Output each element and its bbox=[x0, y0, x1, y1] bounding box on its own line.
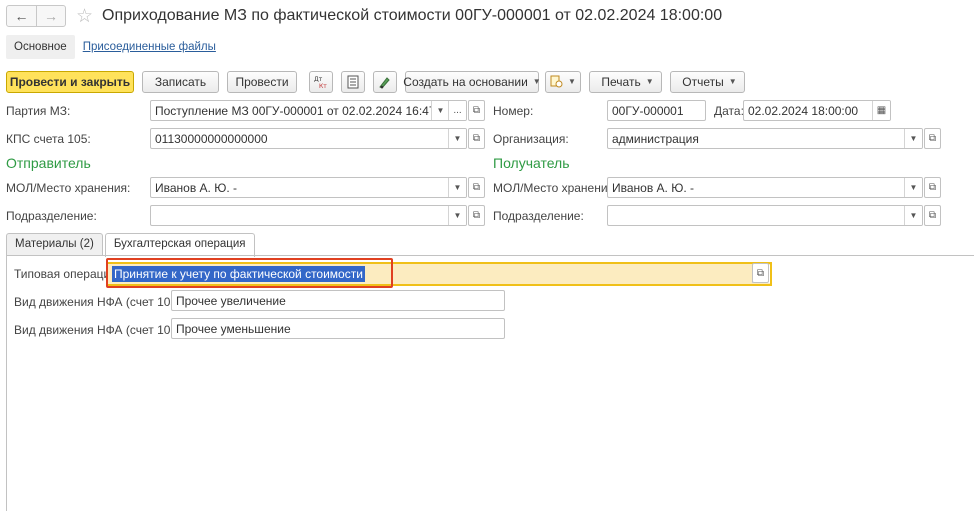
batch-label: Партия МЗ: bbox=[6, 104, 71, 118]
nfa106-value: Прочее уменьшение bbox=[176, 322, 291, 336]
calendar-icon[interactable]: ▦ bbox=[872, 101, 890, 120]
receiver-heading: Получатель bbox=[493, 155, 570, 171]
document-clock-icon bbox=[550, 75, 563, 88]
nfa105-field[interactable]: Прочее увеличение bbox=[171, 290, 505, 311]
chevron-down-icon: ▼ bbox=[532, 77, 541, 86]
date-value: 02.02.2024 18:00:00 bbox=[748, 104, 859, 118]
number-field[interactable]: 00ГУ-000001 bbox=[607, 100, 706, 121]
more-icon[interactable]: ... bbox=[448, 101, 466, 120]
nfa106-field[interactable]: Прочее уменьшение bbox=[171, 318, 505, 339]
batch-field[interactable]: Поступление МЗ 00ГУ-000001 от 02.02.2024… bbox=[150, 100, 467, 121]
open-icon[interactable]: ⧉ bbox=[468, 205, 485, 226]
nav-buttons: ← → bbox=[6, 5, 66, 27]
form-sections: Основное Присоединенные файлы bbox=[6, 34, 216, 60]
edit-structure-icon[interactable] bbox=[373, 70, 397, 93]
related-documents-button[interactable]: ▼ bbox=[545, 70, 581, 93]
post-and-close-button[interactable]: Провести и закрыть bbox=[6, 70, 134, 93]
sender-mol-value: Иванов А. Ю. - bbox=[155, 181, 238, 195]
open-icon[interactable]: ⧉ bbox=[752, 263, 769, 283]
section-main[interactable]: Основное bbox=[6, 35, 75, 59]
document-list-icon[interactable] bbox=[341, 70, 365, 93]
kps-field[interactable]: 01130000000000000 ▼ bbox=[150, 128, 467, 149]
kps-value: 01130000000000000 bbox=[155, 132, 268, 146]
receiver-mol-label: МОЛ/Место хранения: bbox=[493, 181, 618, 195]
chevron-down-icon[interactable]: ▼ bbox=[904, 129, 922, 148]
chevron-down-icon[interactable]: ▼ bbox=[448, 129, 466, 148]
post-button[interactable]: Провести bbox=[227, 70, 297, 93]
tab-materials[interactable]: Материалы (2) bbox=[6, 233, 103, 256]
open-icon[interactable]: ⧉ bbox=[468, 128, 485, 149]
save-button[interactable]: Записать bbox=[142, 70, 219, 93]
tab-accounting-operation[interactable]: Бухгалтерская операция bbox=[104, 233, 255, 257]
chevron-down-icon[interactable]: ▼ bbox=[904, 178, 922, 197]
chevron-down-icon[interactable]: ▼ bbox=[431, 101, 449, 120]
sender-mol-field[interactable]: Иванов А. Ю. - ▼ bbox=[150, 177, 467, 198]
print-label: Печать bbox=[601, 74, 641, 89]
chevron-down-icon[interactable]: ▼ bbox=[448, 206, 466, 225]
organization-value: администрация bbox=[612, 132, 699, 146]
open-icon[interactable]: ⧉ bbox=[468, 100, 485, 121]
open-icon[interactable]: ⧉ bbox=[924, 128, 941, 149]
receiver-department-label: Подразделение: bbox=[493, 209, 584, 223]
open-icon[interactable]: ⧉ bbox=[924, 205, 941, 226]
nfa106-label: Вид движения НФА (счет 106): bbox=[14, 323, 185, 337]
nfa105-label: Вид движения НФА (счет 105): bbox=[14, 295, 185, 309]
sender-heading: Отправитель bbox=[6, 155, 91, 171]
kps-label: КПС счета 105: bbox=[6, 132, 91, 146]
chevron-down-icon: ▼ bbox=[645, 77, 654, 86]
chevron-down-icon: ▼ bbox=[568, 77, 576, 86]
chevron-down-icon[interactable]: ▼ bbox=[448, 178, 466, 197]
batch-value: Поступление МЗ 00ГУ-000001 от 02.02.2024… bbox=[155, 104, 453, 118]
operation-label: Типовая операция: bbox=[14, 267, 121, 281]
chevron-down-icon[interactable]: ▼ bbox=[904, 206, 922, 225]
number-label: Номер: bbox=[493, 104, 534, 118]
command-bar: Провести и закрыть Записать Провести Дт К… bbox=[6, 70, 745, 93]
svg-text:Кт: Кт bbox=[319, 83, 327, 89]
date-field[interactable]: 02.02.2024 18:00:00 ▦ bbox=[743, 100, 891, 121]
sender-department-label: Подразделение: bbox=[6, 209, 97, 223]
section-attached-files[interactable]: Присоединенные файлы bbox=[83, 41, 216, 53]
organization-label: Организация: bbox=[493, 132, 569, 146]
reports-button[interactable]: Отчеты ▼ bbox=[670, 70, 745, 93]
receiver-mol-value: Иванов А. Ю. - bbox=[612, 181, 695, 195]
star-icon[interactable]: ☆ bbox=[76, 7, 93, 26]
nfa105-value: Прочее увеличение bbox=[176, 294, 286, 308]
open-icon[interactable]: ⧉ bbox=[924, 177, 941, 198]
svg-text:Дт: Дт bbox=[314, 76, 323, 83]
sender-mol-label: МОЛ/Место хранения: bbox=[6, 181, 131, 195]
highlight-frame bbox=[106, 258, 393, 288]
sender-department-field[interactable]: ▼ bbox=[150, 205, 467, 226]
number-value: 00ГУ-000001 bbox=[612, 104, 684, 118]
create-based-on-button[interactable]: Создать на основании ▼ bbox=[403, 70, 541, 93]
arrow-right-icon[interactable]: → bbox=[36, 6, 65, 26]
receiver-department-field[interactable]: ▼ bbox=[607, 205, 923, 226]
receiver-mol-field[interactable]: Иванов А. Ю. - ▼ bbox=[607, 177, 923, 198]
dt-kt-icon[interactable]: Дт Кт bbox=[309, 70, 333, 93]
date-label: Дата: bbox=[714, 104, 744, 118]
arrow-left-icon[interactable]: ← bbox=[7, 6, 36, 26]
print-button[interactable]: Печать ▼ bbox=[589, 70, 662, 93]
open-icon[interactable]: ⧉ bbox=[468, 177, 485, 198]
chevron-down-icon: ▼ bbox=[728, 77, 737, 86]
organization-field[interactable]: администрация ▼ bbox=[607, 128, 923, 149]
title-bar: ← → ☆ Оприходование МЗ по фактической ст… bbox=[6, 4, 722, 28]
page-title: Оприходование МЗ по фактической стоимост… bbox=[102, 7, 723, 24]
reports-label: Отчеты bbox=[682, 74, 724, 89]
tab-bar: Материалы (2) Бухгалтерская операция bbox=[6, 233, 255, 257]
create-based-on-label: Создать на основании bbox=[403, 74, 528, 89]
